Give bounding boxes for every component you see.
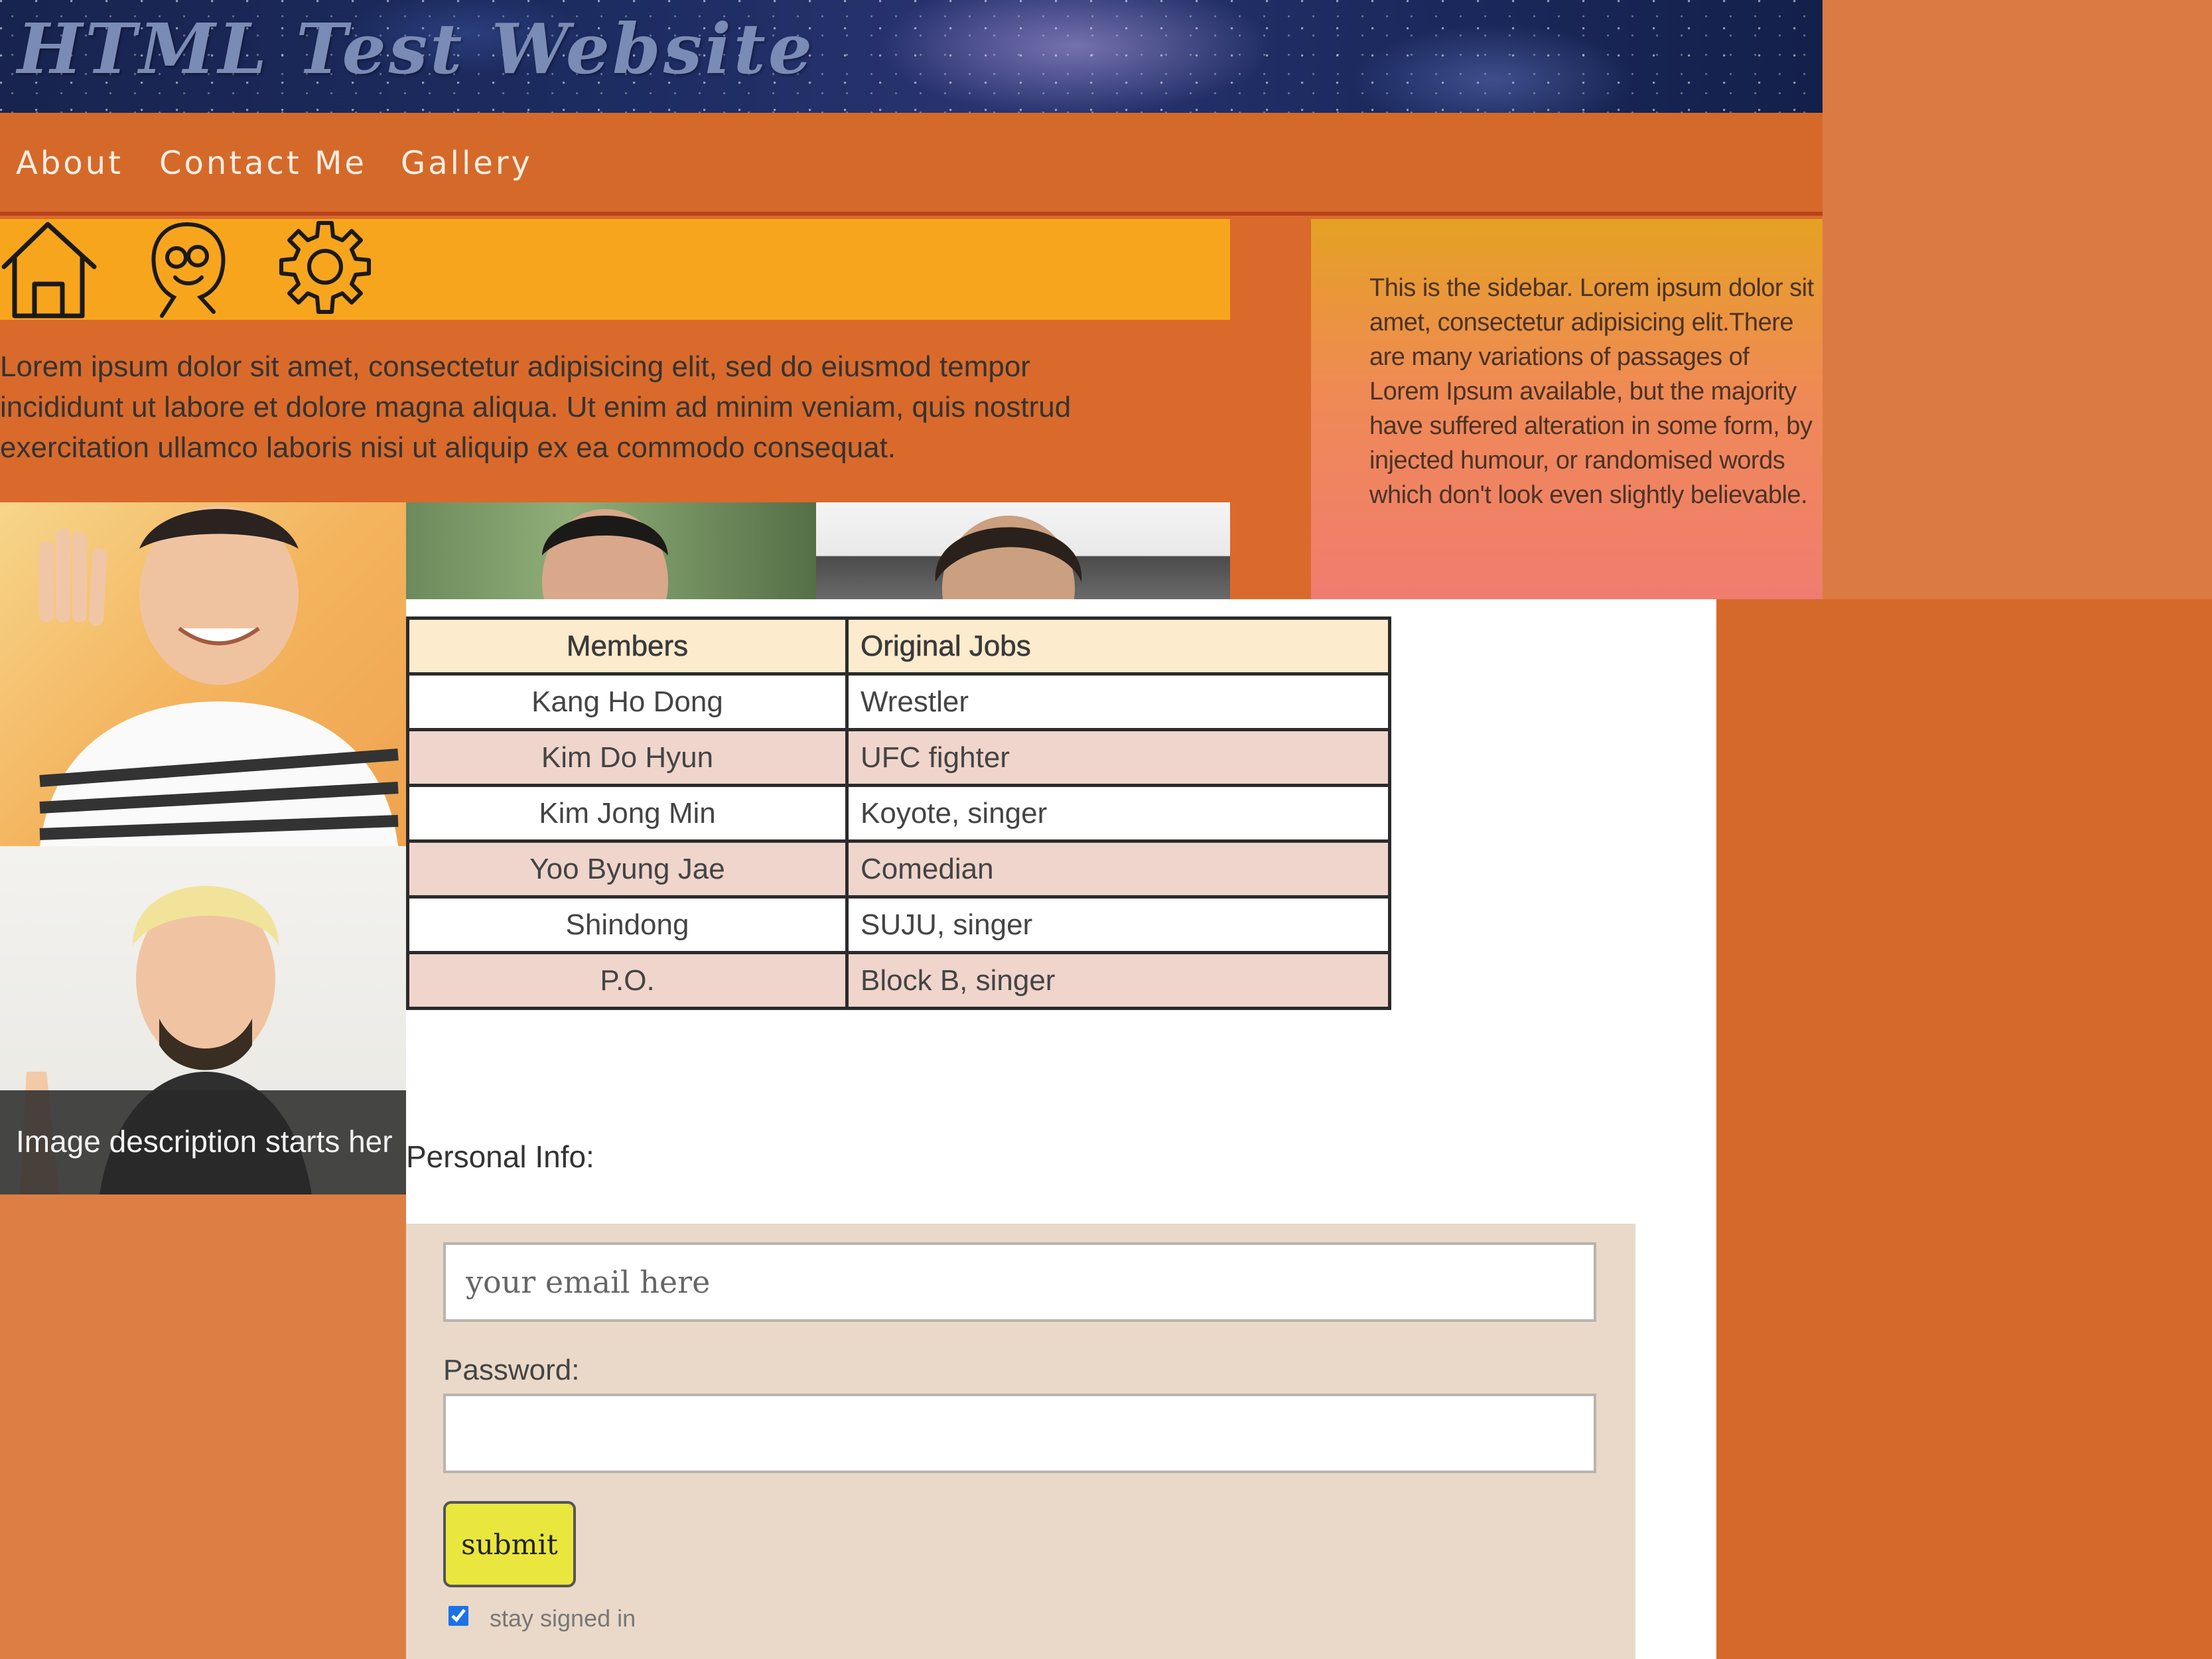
members-table: Members Original Jobs Kang Ho Dong Wrest… — [406, 616, 1391, 1010]
member-name: Kim Jong Min — [406, 784, 849, 843]
personal-info-label: Personal Info: — [406, 1139, 594, 1174]
nav-link-gallery[interactable]: Gallery — [401, 145, 533, 182]
login-form: Password: submit stay signed in — [406, 1224, 1635, 1659]
gallery-photo-4 — [816, 502, 1230, 599]
intro-line-3: exercitation ullamco laboris nisi ut ali… — [0, 431, 896, 464]
intro-paragraph: Lorem ipsum dolor sit amet, consectetur … — [0, 346, 1230, 468]
face-icon[interactable] — [145, 219, 231, 320]
table-row: Kim Jong Min Koyote, singer — [406, 784, 1391, 843]
site-header: HTML Test Website — [0, 0, 1823, 113]
member-job: SUJU, singer — [845, 895, 1391, 954]
submit-button[interactable]: submit — [443, 1501, 576, 1587]
header-original-jobs: Original Jobs — [845, 616, 1391, 676]
stay-signed-in-label[interactable]: stay signed in — [490, 1605, 636, 1632]
member-name: Yoo Byung Jae — [406, 839, 849, 899]
home-icon[interactable] — [0, 219, 100, 320]
member-name: Kim Do Hyun — [406, 728, 849, 787]
sidebar-text: This is the sidebar. Lorem ipsum dolor s… — [1369, 274, 1814, 509]
stay-signed-in-checkbox[interactable] — [449, 1606, 468, 1626]
table-row: Kim Do Hyun UFC fighter — [406, 728, 1391, 787]
table-row: Yoo Byung Jae Comedian — [406, 839, 1391, 899]
member-job: Comedian — [845, 839, 1391, 899]
table-row: P.O. Block B, singer — [406, 951, 1391, 1010]
table-row: Shindong SUJU, singer — [406, 895, 1391, 954]
member-name: Kang Ho Dong — [406, 672, 849, 731]
site-title: HTML Test Website — [17, 8, 815, 90]
caption-text: Image description starts her — [16, 1124, 393, 1159]
intro-line-1: Lorem ipsum dolor sit amet, consectetur … — [0, 350, 1030, 383]
password-field[interactable] — [443, 1394, 1596, 1473]
nav-link-contact[interactable]: Contact Me — [159, 145, 367, 182]
intro-line-2: incididunt ut labore et dolore magna ali… — [0, 391, 1071, 423]
password-label: Password: — [443, 1354, 580, 1386]
gallery-photo-3 — [406, 502, 816, 599]
table-row: Kang Ho Dong Wrestler — [406, 672, 1391, 731]
main-nav: About Contact Me Gallery — [0, 113, 1823, 216]
member-name: Shindong — [406, 895, 849, 954]
member-name: P.O. — [406, 951, 849, 1010]
gallery-photo-1 — [0, 502, 406, 846]
background-right-bottom — [1716, 599, 2212, 1659]
header-members: Members — [406, 616, 849, 676]
nav-link-about[interactable]: About — [16, 145, 123, 182]
member-job: Wrestler — [845, 672, 1391, 731]
member-job: Block B, singer — [845, 951, 1391, 1010]
icon-bar — [0, 219, 1230, 320]
background-left-bottom — [0, 1194, 406, 1659]
table-header-row: Members Original Jobs — [406, 616, 1391, 676]
background-right-top — [1823, 0, 2212, 599]
member-job: Koyote, singer — [845, 784, 1391, 843]
image-caption: Image description starts her — [0, 1090, 406, 1194]
gear-icon[interactable] — [272, 219, 378, 320]
email-field[interactable] — [443, 1242, 1596, 1322]
member-job: UFC fighter — [845, 728, 1391, 787]
sidebar: This is the sidebar. Lorem ipsum dolor s… — [1311, 219, 1823, 599]
